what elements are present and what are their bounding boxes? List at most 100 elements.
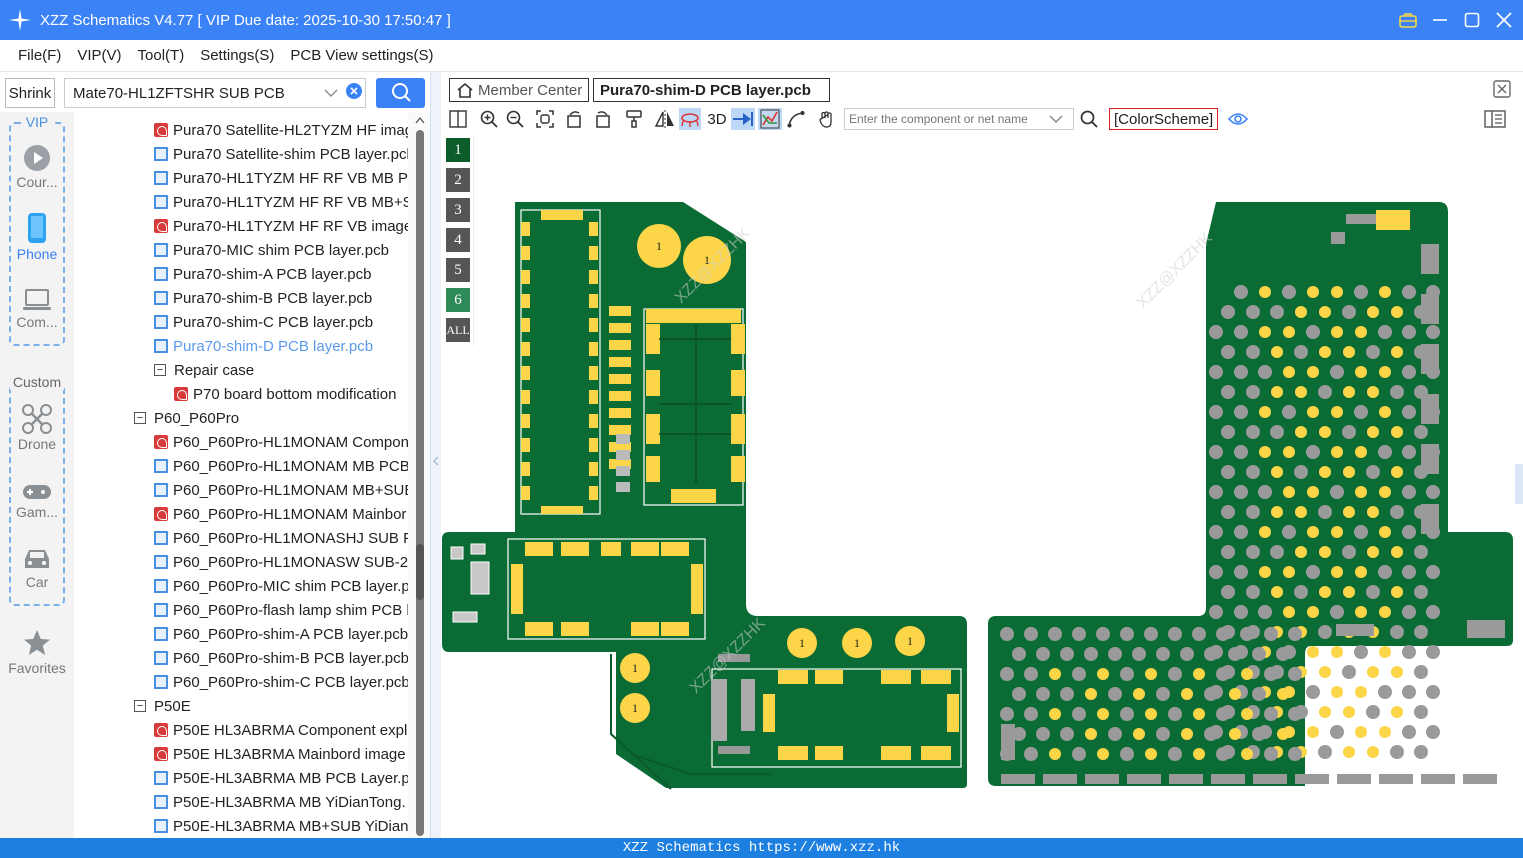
bga-ball-pad[interactable] (1276, 647, 1290, 661)
smd-component[interactable] (616, 450, 630, 460)
bga-ball-pad[interactable] (1259, 326, 1271, 338)
edge-pad[interactable] (1001, 774, 1035, 784)
bga-ball-pad[interactable] (1270, 425, 1284, 439)
bga-ball-pad[interactable] (1318, 745, 1332, 759)
smd-pad[interactable] (609, 306, 631, 316)
bga-ball-pad[interactable] (1343, 466, 1355, 478)
bga-ball-pad[interactable] (1209, 485, 1223, 499)
bga-ball-pad[interactable] (1097, 708, 1109, 720)
bga-ball-pad[interactable] (1144, 627, 1158, 641)
bga-ball-pad[interactable] (1012, 647, 1026, 661)
edge-pad[interactable] (1421, 774, 1455, 784)
bga-ball-pad[interactable] (1355, 446, 1367, 458)
bga-ball-pad[interactable] (1379, 486, 1391, 498)
bga-ball-pad[interactable] (1209, 405, 1223, 419)
bga-ball-pad[interactable] (1294, 465, 1308, 479)
edge-pad[interactable] (1336, 624, 1374, 636)
connector-pad[interactable] (521, 294, 530, 308)
smd-pad[interactable] (778, 670, 808, 684)
edge-pad[interactable] (1331, 232, 1345, 244)
bga-ball-pad[interactable] (1402, 525, 1416, 539)
bga-ball-pad[interactable] (1085, 688, 1097, 700)
bga-ball-pad[interactable] (1271, 586, 1283, 598)
bga-ball-pad[interactable] (1108, 647, 1122, 661)
bga-ball-pad[interactable] (1097, 748, 1109, 760)
bga-ball-pad[interactable] (1271, 346, 1283, 358)
smd-pad[interactable] (646, 370, 660, 396)
scroll-thumb-lower[interactable] (416, 544, 424, 600)
bga-ball-pad[interactable] (1282, 405, 1296, 419)
bga-ball-pad[interactable] (1216, 747, 1230, 761)
bga-ball-pad[interactable] (1229, 728, 1241, 740)
layer-button-4[interactable]: 4 (446, 228, 470, 252)
collapse-icon[interactable]: − (134, 412, 146, 424)
shrink-button[interactable]: Shrink (5, 78, 55, 108)
bga-ball-pad[interactable] (1120, 667, 1134, 681)
tree-file-item[interactable]: P50E HL3ABRMA Mainbord image (154, 742, 406, 766)
smd-pad[interactable] (947, 694, 959, 732)
bga-ball-pad[interactable] (1330, 365, 1344, 379)
connector-pad[interactable] (521, 318, 530, 332)
tree-file-item[interactable]: Pura70-HL1TYZM HF RF VB MB+SU (154, 190, 408, 214)
smd-pad[interactable] (731, 414, 745, 444)
bga-ball-pad[interactable] (1085, 728, 1097, 740)
bga-ball-pad[interactable] (1366, 705, 1380, 719)
bga-ball-pad[interactable] (1264, 627, 1278, 641)
bga-ball-pad[interactable] (1342, 425, 1356, 439)
bga-ball-pad[interactable] (1221, 345, 1235, 359)
tree-file-item[interactable]: P60_P60Pro-shim-B PCB layer.pcb (154, 646, 408, 670)
bga-ball-pad[interactable] (1204, 647, 1218, 661)
smd-pad[interactable] (661, 542, 689, 556)
connector-pad[interactable] (521, 486, 530, 500)
bga-ball-pad[interactable] (1307, 286, 1319, 298)
bga-ball-pad[interactable] (1288, 667, 1302, 681)
bga-ball-pad[interactable] (1133, 728, 1145, 740)
bga-ball-pad[interactable] (1221, 585, 1235, 599)
smd-pad[interactable] (731, 324, 745, 354)
bga-ball-pad[interactable] (1307, 366, 1319, 378)
smd-pad[interactable] (525, 542, 553, 556)
tree-file-item[interactable]: Pura70-HL1TYZM HF RF VB MB PC (154, 166, 408, 190)
bga-ball-pad[interactable] (1246, 305, 1260, 319)
bga-ball-pad[interactable] (1024, 747, 1038, 761)
bga-ball-pad[interactable] (1343, 506, 1355, 518)
bga-ball-pad[interactable] (1221, 505, 1235, 519)
edge-pad[interactable] (1295, 774, 1329, 784)
bga-ball-pad[interactable] (1319, 586, 1331, 598)
smd-pad[interactable] (815, 670, 843, 684)
layer-button-1[interactable]: 1 (446, 138, 470, 162)
rail-item-drone[interactable]: Drone (0, 404, 74, 452)
menu-tool[interactable]: Tool(T) (130, 47, 193, 64)
bga-ball-pad[interactable] (1246, 425, 1260, 439)
bga-ball-pad[interactable] (1414, 425, 1428, 439)
edge-pad[interactable] (1421, 444, 1439, 474)
bga-ball-pad[interactable] (1229, 688, 1241, 700)
bga-ball-pad[interactable] (1072, 747, 1086, 761)
smd-pad[interactable] (609, 323, 631, 333)
bga-ball-pad[interactable] (1145, 748, 1157, 760)
smd-pad[interactable] (511, 564, 523, 614)
bga-ball-pad[interactable] (1319, 706, 1331, 718)
bga-ball-pad[interactable] (1402, 325, 1416, 339)
pcb-canvas[interactable]: 1 1 1 1 1 1 1 XZZ@XZZHK XZZ@XZZHK XZZ@XZZHK (441, 134, 1523, 838)
tree-file-item[interactable]: P60_P60Pro-HL1MONAM Mainbor (154, 502, 406, 526)
net-trace-button[interactable] (758, 108, 782, 130)
search-button[interactable] (376, 78, 425, 108)
bga-ball-pad[interactable] (1193, 708, 1205, 720)
bga-ball-pad[interactable] (1246, 545, 1260, 559)
edge-pad[interactable] (1376, 210, 1410, 230)
bga-ball-pad[interactable] (1060, 687, 1074, 701)
bga-ball-pad[interactable] (1204, 727, 1218, 741)
bga-ball-pad[interactable] (1402, 285, 1416, 299)
bga-ball-pad[interactable] (1330, 485, 1344, 499)
bga-ball-pad[interactable] (1049, 748, 1061, 760)
bga-ball-pad[interactable] (1132, 647, 1146, 661)
bga-ball-pad[interactable] (1319, 466, 1331, 478)
bga-ball-pad[interactable] (1306, 685, 1320, 699)
connector-pad[interactable] (589, 342, 598, 356)
bga-ball-pad[interactable] (1145, 668, 1157, 680)
bga-ball-pad[interactable] (1156, 727, 1170, 741)
tree-file-item[interactable]: P60_P60Pro-MIC shim PCB layer.pc (154, 574, 408, 598)
bga-ball-pad[interactable] (1258, 605, 1272, 619)
bga-ball-pad[interactable] (1264, 707, 1278, 721)
